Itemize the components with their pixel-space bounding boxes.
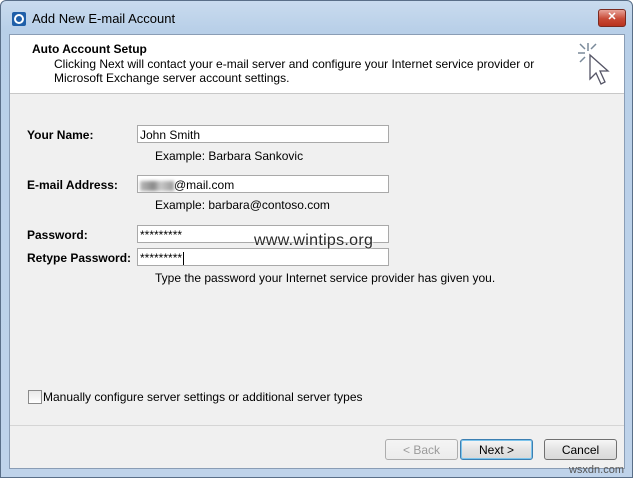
redacted-email-user — [140, 180, 174, 191]
title-bar: Add New E-mail Account ✕ — [1, 1, 632, 35]
manual-config-label[interactable]: Manually configure server settings or ad… — [43, 390, 363, 404]
window-title: Add New E-mail Account — [32, 11, 176, 26]
email-address-label: E-mail Address: — [27, 178, 118, 192]
retype-password-text: ********* — [140, 251, 183, 265]
close-button[interactable]: ✕ — [598, 9, 626, 27]
retype-password-input[interactable]: ********* — [137, 248, 389, 266]
email-example: Example: barbara@contoso.com — [155, 198, 330, 212]
your-name-input[interactable]: John Smith — [137, 125, 389, 143]
text-caret — [183, 252, 185, 265]
password-label: Password: — [27, 228, 88, 242]
outlook-app-icon — [12, 12, 26, 26]
password-hint: Type the password your Internet service … — [155, 271, 496, 285]
dialog-window: Add New E-mail Account ✕ Auto Account Se… — [0, 0, 633, 478]
cursor-click-icon — [578, 43, 610, 85]
next-button[interactable]: Next > — [460, 439, 533, 460]
email-address-input[interactable]: @mail.com — [137, 175, 389, 193]
your-name-example: Example: Barbara Sankovic — [155, 149, 304, 163]
footer-divider — [10, 425, 624, 426]
header-title: Auto Account Setup — [32, 42, 147, 56]
back-button[interactable]: < Back — [385, 439, 458, 460]
wizard-header: Auto Account Setup Clicking Next will co… — [10, 35, 624, 94]
retype-password-label: Retype Password: — [27, 251, 132, 265]
watermark-text: www.wintips.org — [254, 232, 374, 249]
header-description: Clicking Next will contact your e-mail s… — [54, 57, 535, 85]
email-domain-text: @mail.com — [174, 178, 235, 192]
credit-text: wsxdn.com — [568, 464, 624, 476]
dialog-client-area: Auto Account Setup Clicking Next will co… — [9, 34, 625, 469]
manual-config-checkbox[interactable] — [28, 390, 42, 404]
cancel-button[interactable]: Cancel — [544, 439, 617, 460]
your-name-label: Your Name: — [27, 128, 94, 142]
